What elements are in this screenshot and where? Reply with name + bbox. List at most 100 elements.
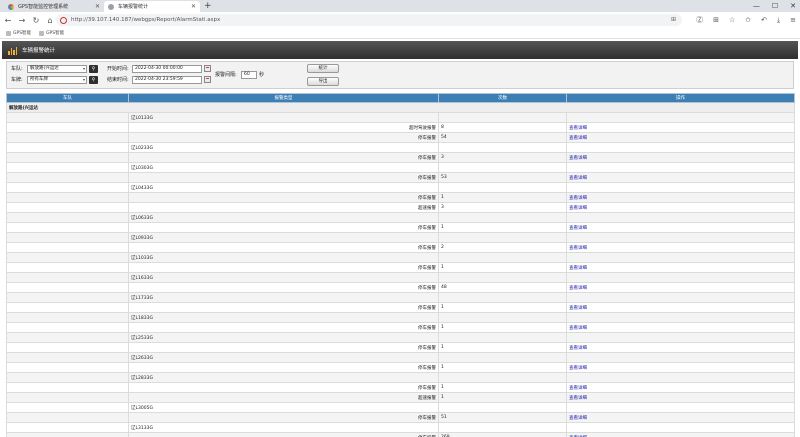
table-row: 停车报警269查看详细	[6, 432, 795, 437]
view-detail-link[interactable]: 查看详细	[566, 172, 795, 183]
view-detail-link[interactable]: 查看详细	[566, 322, 795, 333]
view-detail-link[interactable]: 查看详细	[566, 342, 795, 353]
cell-count: 2	[438, 242, 567, 253]
close-icon[interactable]: ✕	[191, 3, 196, 10]
undo-icon[interactable]: ↶	[761, 15, 767, 25]
table-row: 停车报警 1 查看详细	[6, 192, 795, 203]
table-row: 停车报警 1 查看详细	[6, 322, 795, 333]
view-detail-link[interactable]: 查看详细	[566, 362, 795, 373]
back-icon[interactable]: ←	[2, 16, 14, 25]
view-detail-link[interactable]: 查看详细	[566, 152, 795, 163]
browser-tab-gps-system[interactable]: GPS智能监控管理系统 ✕	[4, 1, 104, 12]
cell-team	[6, 162, 129, 173]
statistics-button[interactable]: 统计	[307, 64, 339, 73]
team-select[interactable]: 解放路(兴运达 ▾	[27, 65, 87, 73]
cell-team	[6, 142, 129, 153]
view-site-info-icon[interactable]: ⊞	[671, 14, 676, 26]
table-row: 超速报警 3 查看详细	[6, 202, 795, 213]
end-time-input[interactable]: 2022-04-30 23:59:59	[132, 76, 202, 84]
address-text[interactable]: http://39.107.140.187/webgps/Report/Alar…	[71, 17, 220, 23]
calendar-icon[interactable]	[204, 76, 211, 83]
close-window-icon[interactable]: ✕	[790, 0, 796, 12]
cell-plate: 辽L1033G	[128, 252, 439, 263]
alarm-interval-input[interactable]: 60	[241, 71, 257, 79]
view-detail-link[interactable]: 查看详细	[566, 132, 795, 143]
cell-alarm-type: 停车报警	[128, 262, 439, 273]
star-icon[interactable]: ☆	[729, 15, 735, 25]
cell-count	[438, 272, 567, 283]
view-detail-link[interactable]: 查看详细	[566, 222, 795, 233]
table-row: 停车报警 51 查看详细	[6, 412, 795, 423]
browser-tab-alarm-stats[interactable]: 车辆报警统计 ✕	[104, 1, 200, 12]
bookmark-item[interactable]: GPS智能	[39, 30, 64, 36]
cell-count	[438, 182, 567, 193]
cell-count	[438, 292, 567, 303]
team-search-button[interactable]: ⚲	[89, 65, 98, 73]
download-icon[interactable]: ⤓	[777, 15, 780, 25]
cell-count	[438, 232, 567, 243]
close-icon[interactable]: ✕	[95, 3, 100, 10]
cell-action	[566, 352, 795, 363]
plate-select[interactable]: 所有车牌 ▾	[27, 76, 87, 84]
chevron-down-icon: ▾	[82, 66, 85, 71]
cell-count: 53	[438, 172, 567, 183]
chrome-icon	[8, 3, 14, 10]
plate-search-button[interactable]: ⚲	[89, 76, 98, 84]
cell-plate: 辽L2633G	[128, 352, 439, 363]
minimize-icon[interactable]: —	[753, 0, 760, 12]
translate-icon[interactable]: Ⓩ	[696, 15, 703, 25]
bookmark-label: GPS智能	[46, 31, 65, 36]
view-detail-link[interactable]: 查看详细	[566, 122, 795, 133]
menu-icon[interactable]: ≡	[790, 15, 796, 25]
alarm-table: 车队 报警类型 次数 操作 解放路(兴运达 辽L0133G 超时驾驶报警 8 查看详细…	[6, 93, 795, 437]
cell-plate: 辽L2833G	[128, 372, 439, 383]
cell-team	[6, 282, 129, 293]
cell-count: 1	[438, 322, 567, 333]
cell-team	[6, 312, 129, 323]
calendar-icon[interactable]	[204, 65, 211, 72]
start-time-input[interactable]: 2022-04-30 00:00:00	[132, 65, 202, 73]
table-row: 超时驾驶报警 8 查看详细	[6, 122, 795, 133]
table-row: 辽L2533G	[6, 332, 795, 343]
cell-alarm-type: 停车报警	[128, 222, 439, 233]
maximize-icon[interactable]: ☐	[772, 0, 778, 12]
view-detail-link[interactable]: 查看详细	[566, 432, 795, 437]
view-detail-link[interactable]: 查看详细	[566, 202, 795, 213]
page-content: 车辆报警统计 车队: 解放路(兴运达 ▾ ⚲ 车牌: 所有车牌 ▾ ⚲ 开始时间…	[2, 39, 798, 437]
cell-action	[566, 162, 795, 173]
cell-alarm-type: 停车报警	[128, 342, 439, 353]
cell-action	[566, 312, 795, 323]
cell-alarm-type: 超时驾驶报警	[128, 122, 439, 133]
new-tab-button[interactable]: +	[204, 1, 212, 11]
view-detail-link[interactable]: 查看详细	[566, 242, 795, 253]
view-detail-link[interactable]: 查看详细	[566, 262, 795, 273]
cell-count: 1	[438, 302, 567, 313]
view-detail-link[interactable]: 查看详细	[566, 192, 795, 203]
cell-alarm-type: 停车报警	[128, 322, 439, 333]
view-detail-link[interactable]: 查看详细	[566, 412, 795, 423]
start-time-label: 开始时间:	[107, 66, 129, 72]
cell-action	[566, 112, 795, 123]
table-row: 辽L0233G	[6, 142, 795, 153]
view-detail-link[interactable]: 查看详细	[566, 282, 795, 293]
favorites-icon[interactable]: ✩	[745, 15, 751, 25]
bookmark-item[interactable]: GPS智能	[6, 30, 31, 36]
table-row: 辽L0433G	[6, 182, 795, 193]
grid-icon[interactable]: ⊞	[713, 15, 719, 25]
view-detail-link[interactable]: 查看详细	[566, 302, 795, 313]
browser-tab-bar: GPS智能监控管理系统 ✕ 车辆报警统计 ✕ + — ☐ ✕	[0, 0, 800, 12]
cell-team	[6, 302, 129, 313]
forward-icon[interactable]: →	[16, 16, 28, 25]
cell-team	[6, 152, 129, 163]
reload-icon[interactable]: ↻	[30, 16, 42, 25]
cell-alarm-type: 停车报警	[128, 382, 439, 393]
cell-plate: 辽L1633G	[128, 272, 439, 283]
view-detail-link[interactable]: 查看详细	[566, 382, 795, 393]
home-icon[interactable]: ⌂	[44, 16, 56, 25]
security-icon[interactable]	[60, 16, 67, 24]
export-button[interactable]: 导出	[307, 77, 339, 86]
view-detail-link[interactable]: 查看详细	[566, 392, 795, 403]
address-bar[interactable]: http://39.107.140.187/webgps/Report/Alar…	[56, 14, 682, 26]
table-body: 解放路(兴运达 辽L0133G 超时驾驶报警 8 查看详细 停车报警 54 查看详细 辽L02…	[6, 102, 795, 437]
cell-count: 1	[438, 192, 567, 203]
